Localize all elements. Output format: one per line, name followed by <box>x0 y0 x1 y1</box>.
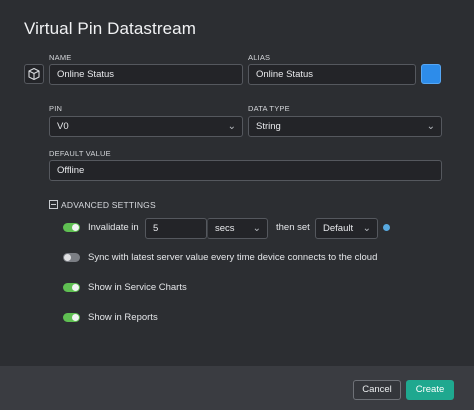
cancel-button[interactable]: Cancel <box>353 380 401 400</box>
invalidate-amount-input[interactable]: 5 <box>145 218 207 239</box>
collapse-icon <box>49 200 58 209</box>
invalidate-toggle[interactable] <box>63 223 80 232</box>
create-button[interactable]: Create <box>406 380 454 400</box>
pin-label: PIN <box>49 104 63 113</box>
color-picker-button[interactable] <box>421 64 441 84</box>
icon-picker-button[interactable] <box>24 64 44 84</box>
sync-toggle[interactable] <box>63 253 80 262</box>
service-charts-label: Show in Service Charts <box>88 282 187 293</box>
chevron-down-icon: ⌄ <box>252 223 261 234</box>
data-type-select[interactable]: String ⌄ <box>248 116 442 137</box>
info-icon[interactable] <box>383 224 390 231</box>
default-value-input[interactable]: Offline <box>49 160 442 181</box>
invalidate-label: Invalidate in <box>88 222 139 233</box>
chevron-down-icon: ⌄ <box>426 121 435 132</box>
datastream-dialog: Virtual Pin Datastream NAME ALIAS Online… <box>0 0 474 410</box>
dialog-title: Virtual Pin Datastream <box>24 19 196 38</box>
reports-toggle[interactable] <box>63 313 80 322</box>
service-charts-toggle[interactable] <box>63 283 80 292</box>
then-set-value: Default <box>323 223 354 234</box>
chevron-down-icon: ⌄ <box>362 223 371 234</box>
then-set-label: then set <box>276 222 310 233</box>
data-type-select-value: String <box>256 121 281 132</box>
cube-icon <box>28 67 40 81</box>
name-label: NAME <box>49 53 72 62</box>
invalidate-unit-value: secs <box>215 223 235 234</box>
pin-select-value: V0 <box>57 121 69 132</box>
reports-label: Show in Reports <box>88 312 158 323</box>
default-value-label: DEFAULT VALUE <box>49 149 111 158</box>
dialog-footer <box>0 366 474 410</box>
alias-input[interactable]: Online Status <box>248 64 416 85</box>
data-type-label: DATA TYPE <box>248 104 290 113</box>
then-set-select[interactable]: Default ⌄ <box>315 218 378 239</box>
sync-label: Sync with latest server value every time… <box>88 252 378 263</box>
advanced-settings-toggle[interactable]: ADVANCED SETTINGS <box>49 200 156 210</box>
chevron-down-icon: ⌄ <box>227 121 236 132</box>
advanced-settings-label: ADVANCED SETTINGS <box>61 200 156 210</box>
pin-select[interactable]: V0 ⌄ <box>49 116 243 137</box>
alias-label: ALIAS <box>248 53 271 62</box>
name-input[interactable]: Online Status <box>49 64 243 85</box>
invalidate-unit-select[interactable]: secs ⌄ <box>207 218 268 239</box>
